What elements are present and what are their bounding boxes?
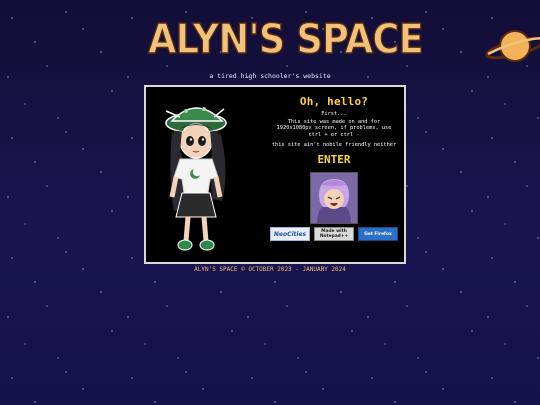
intro-column: Oh, hello? First... This site was made o… [266, 95, 402, 242]
first-label: First... [321, 111, 347, 117]
character-illustration [165, 107, 227, 251]
resolution-notice: This site was made on and for 1920x1080p… [266, 119, 402, 138]
notice-line: 1920x1080px screen, if problems, use [276, 125, 392, 132]
site-footer: ALYN'S SPACE © OCTOBER 2023 - JANUARY 20… [194, 266, 346, 273]
welcome-panel: Oh, hello? First... This site was made o… [144, 85, 406, 264]
notepad-plus-plus-badge[interactable]: Made with Notepad++ [314, 227, 354, 242]
planet-icon [485, 30, 540, 62]
badge-row: NeoCities Made with Notepad++ Get Firefo… [266, 227, 402, 242]
greeting-heading: Oh, hello? [299, 95, 369, 108]
enter-link[interactable]: ENTER [317, 153, 350, 166]
logo-text: ALYN'S SPACE [147, 14, 424, 63]
neocities-badge[interactable]: NeoCities [270, 227, 310, 242]
avatar-image [310, 172, 358, 225]
notice-line: ctrl + or ctrl - [308, 131, 360, 138]
mobile-notice: this site ain't nobile friendly neither [271, 141, 397, 148]
site-tagline: a tired high schooler's website [209, 72, 331, 80]
firefox-badge[interactable]: Get Firefox [358, 227, 398, 242]
site-logo: ALYN'S SPACE [147, 10, 540, 72]
